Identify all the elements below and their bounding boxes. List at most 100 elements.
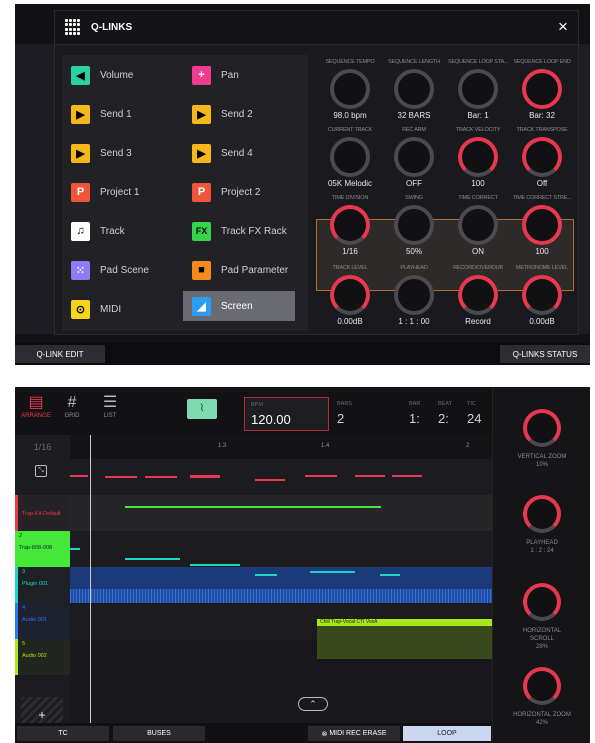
midi-rec-erase-button[interactable]: ⊗ MIDI REC ERASE bbox=[308, 726, 400, 741]
knob-track-transpose[interactable]: TRACK TRANSPOSE Off bbox=[510, 127, 574, 188]
track-row[interactable]: 2 Trap-808-008 bbox=[15, 531, 70, 567]
qlinks-status-button[interactable]: Q-LINKS STATUS bbox=[500, 345, 590, 363]
midi-note[interactable] bbox=[355, 475, 385, 477]
knob-dial[interactable] bbox=[523, 409, 561, 447]
track-row[interactable]: 3 Plugin 001 bbox=[15, 567, 70, 603]
tc-button[interactable]: TC bbox=[17, 726, 109, 741]
knob-dial[interactable] bbox=[522, 69, 562, 109]
tab-arrange[interactable]: ▤ ARRANGE bbox=[17, 393, 55, 419]
knob-metronome-level[interactable]: METRONOME LEVEL 0.00dB bbox=[510, 265, 574, 326]
midi-note[interactable] bbox=[392, 475, 422, 477]
qlink-mode-send-2[interactable]: ▶ Send 2 bbox=[192, 100, 253, 128]
lane[interactable] bbox=[70, 531, 492, 567]
track-row[interactable]: 5 Audio 002 bbox=[15, 639, 70, 675]
timeline-ruler[interactable]: 1.3 1.4 2 bbox=[70, 435, 492, 459]
playhead-line[interactable] bbox=[90, 435, 91, 723]
knob-rec-arm[interactable]: REC ARM OFF bbox=[382, 127, 446, 188]
bars-value[interactable]: 2 bbox=[337, 411, 344, 426]
qlink-mode-send-3[interactable]: ▶ Send 3 bbox=[71, 139, 132, 167]
knob-time-correct[interactable]: TIME CORRECT ON bbox=[446, 195, 510, 256]
qlink-mode-track[interactable]: ♫ Track bbox=[71, 217, 125, 245]
close-icon[interactable]: × bbox=[558, 17, 568, 37]
qlink-mode-midi[interactable]: ⊙ MIDI bbox=[71, 295, 121, 323]
midi-note[interactable] bbox=[145, 476, 177, 478]
midi-note[interactable] bbox=[70, 475, 88, 477]
knob-track-level[interactable]: TRACK LEVEL 0.00dB bbox=[318, 265, 382, 326]
knob-dial[interactable] bbox=[394, 69, 434, 109]
knob-track-velocity[interactable]: TRACK VELOCITY 100 bbox=[446, 127, 510, 188]
loop-button[interactable]: LOOP bbox=[403, 726, 491, 741]
knob-record-overdub[interactable]: RECORD/OVERDUB Record bbox=[446, 265, 510, 326]
qlink-mode-pad-scene[interactable]: ⁙ Pad Scene bbox=[71, 256, 149, 284]
knob-playhead[interactable]: PLAYHEAD 1 : 1 : 00 bbox=[382, 265, 446, 326]
mode-label: Track FX Rack bbox=[221, 225, 287, 237]
midi-note[interactable] bbox=[255, 479, 285, 481]
knob-dial[interactable] bbox=[458, 205, 498, 245]
midi-note[interactable] bbox=[125, 506, 381, 508]
knob-dial[interactable] bbox=[330, 69, 370, 109]
midi-note[interactable] bbox=[310, 571, 355, 573]
qlink-mode-send-4[interactable]: ▶ Send 4 bbox=[192, 139, 253, 167]
knob-current-track[interactable]: CURRENT TRACK 05K Melodic bbox=[318, 127, 382, 188]
knob-dial[interactable] bbox=[458, 275, 498, 315]
knob-sequence-length[interactable]: SEQUENCE LENGTH 32 BARS bbox=[382, 59, 446, 120]
qlink-mode-project-2[interactable]: P Project 2 bbox=[192, 178, 260, 206]
knob-playhead[interactable]: PLAYHEAD 1 : 2 : 24 bbox=[511, 495, 573, 555]
knob-vertical-zoom[interactable]: VERTICAL ZOOM 10% bbox=[511, 409, 573, 469]
knob-dial[interactable] bbox=[394, 137, 434, 177]
knob-dial[interactable] bbox=[394, 205, 434, 245]
automation-icon[interactable]: ⌇ bbox=[187, 399, 217, 419]
midi-note[interactable] bbox=[105, 476, 137, 478]
qlink-edit-button[interactable]: Q-LINK EDIT bbox=[15, 345, 105, 363]
knob-sequence-loop-start[interactable]: SEQUENCE LOOP STA... Bar: 1 bbox=[446, 59, 510, 120]
knob-dial[interactable] bbox=[522, 205, 562, 245]
qlink-mode-screen[interactable]: ◢ Screen bbox=[183, 291, 295, 321]
tab-list[interactable]: ☰ LIST bbox=[91, 393, 129, 419]
midi-note[interactable] bbox=[125, 558, 180, 560]
qlink-mode-track-fx-rack[interactable]: FX Track FX Rack bbox=[192, 217, 287, 245]
knob-dial[interactable] bbox=[330, 275, 370, 315]
track-row[interactable]: Trap-Kit-Default bbox=[15, 495, 70, 531]
track-row[interactable]: 4 Audio 001 bbox=[15, 603, 70, 639]
knob-time-division[interactable]: TIME DIVISION 1/16 bbox=[318, 195, 382, 256]
qlink-mode-pad-parameter[interactable]: ■ Pad Parameter bbox=[192, 256, 288, 284]
knob-dial[interactable] bbox=[523, 667, 561, 705]
qlink-mode-volume[interactable]: ◀ Volume bbox=[71, 61, 133, 89]
lane[interactable] bbox=[70, 495, 492, 531]
knob-dial[interactable] bbox=[330, 137, 370, 177]
knob-dial[interactable] bbox=[458, 69, 498, 109]
knob-dial[interactable] bbox=[458, 137, 498, 177]
qlink-mode-pan[interactable]: + Pan bbox=[192, 61, 239, 89]
knob-time-correct-strength[interactable]: TIME CORRECT STRE... 100 bbox=[510, 195, 574, 256]
beat-value[interactable]: 2: bbox=[438, 411, 449, 426]
qlink-mode-send-1[interactable]: ▶ Send 1 bbox=[71, 100, 132, 128]
midi-note[interactable] bbox=[190, 564, 240, 566]
knob-value: 32 BARS bbox=[397, 111, 431, 120]
quantize-value[interactable]: 1/16 bbox=[15, 435, 70, 459]
bpm-field[interactable]: BPM 120.00 bbox=[244, 397, 329, 431]
audio-clip[interactable]: Chill Trap-Vocal CTI VoxA bbox=[317, 619, 492, 659]
knob-dial[interactable] bbox=[523, 495, 561, 533]
knob-dial[interactable] bbox=[522, 137, 562, 177]
tick-value[interactable]: 24 bbox=[467, 411, 481, 426]
knob-sequence-tempo[interactable]: SEQUENCE TEMPO 98.0 bpm bbox=[318, 59, 382, 120]
buses-button[interactable]: BUSES bbox=[113, 726, 205, 741]
midi-note[interactable] bbox=[255, 574, 277, 576]
knob-horizontal-zoom[interactable]: HORIZONTAL ZOOM 42% bbox=[511, 667, 573, 727]
midi-note[interactable] bbox=[380, 574, 400, 576]
knob-swing[interactable]: SWING 50% bbox=[382, 195, 446, 256]
chevron-up-icon[interactable]: ⌃ bbox=[298, 697, 328, 711]
midi-note[interactable] bbox=[190, 475, 220, 478]
fit-icon[interactable]: ⤡ bbox=[35, 465, 47, 477]
knob-horizontal-scroll[interactable]: HORIZONTAL SCROLL 28% bbox=[511, 583, 573, 651]
knob-sequence-loop-end[interactable]: SEQUENCE LOOP END Bar: 32 bbox=[510, 59, 574, 120]
knob-dial[interactable] bbox=[523, 583, 561, 621]
knob-dial[interactable] bbox=[522, 275, 562, 315]
bar-value[interactable]: 1: bbox=[409, 411, 420, 426]
qlink-mode-project-1[interactable]: P Project 1 bbox=[71, 178, 139, 206]
midi-note[interactable] bbox=[70, 548, 80, 550]
knob-dial[interactable] bbox=[330, 205, 370, 245]
midi-note[interactable] bbox=[305, 475, 337, 477]
tab-grid[interactable]: # GRID bbox=[53, 393, 91, 419]
knob-dial[interactable] bbox=[394, 275, 434, 315]
